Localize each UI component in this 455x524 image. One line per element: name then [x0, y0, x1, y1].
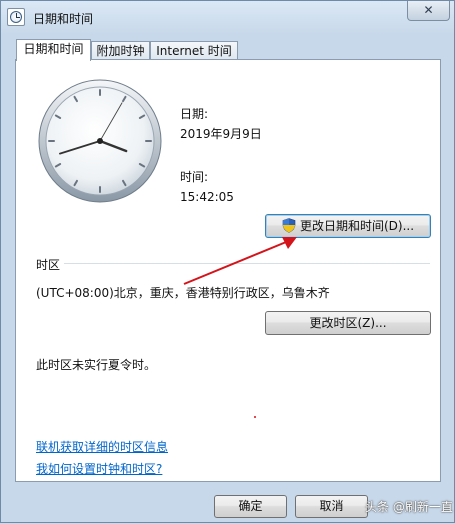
date-value: 2019年9月9日 [180, 127, 262, 141]
clock-icon [7, 8, 25, 26]
dst-note: 此时区未实行夏令时。 [36, 358, 157, 372]
date-label: 日期: [180, 107, 209, 121]
date-time-dialog: 日期和时间 ✕ 日期和时间 附加时钟 Internet 时间 日期: 2019年… [0, 0, 455, 523]
change-date-time-button[interactable]: 更改日期和时间(D)... [265, 214, 431, 238]
change-date-time-label: 更改日期和时间(D)... [299, 219, 415, 233]
timezone-divider [64, 263, 430, 264]
change-timezone-button[interactable]: 更改时区(Z)... [265, 311, 431, 335]
title-bar[interactable]: 日期和时间 ✕ [1, 1, 454, 35]
cancel-button[interactable]: 取消 [295, 495, 368, 518]
time-label: 时间: [180, 170, 209, 184]
tab-internet-time[interactable]: Internet 时间 [150, 41, 238, 60]
analog-clock [38, 79, 162, 203]
ok-button[interactable]: 确定 [214, 495, 287, 518]
tab-date-and-time[interactable]: 日期和时间 [16, 39, 91, 61]
timezone-heading: 时区 [36, 258, 61, 272]
time-value: 15:42:05 [180, 190, 234, 204]
window-title: 日期和时间 [33, 12, 94, 26]
how-to-set-clock-link[interactable]: 我如何设置时钟和时区? [36, 460, 162, 477]
spacer [36, 426, 430, 427]
uac-shield-icon [282, 217, 296, 233]
watermark-text: 头条 @刷新一直 [365, 500, 453, 514]
tab-panel: 日期: 2019年9月9日 时间: 15:42:05 更改日期和时间(D)...… [15, 59, 441, 482]
close-button[interactable]: ✕ [407, 1, 450, 21]
tab-additional-clocks[interactable]: 附加时钟 [91, 41, 150, 60]
close-icon: ✕ [423, 3, 434, 17]
online-timezone-info-link[interactable]: 联机获取详细的时区信息 [36, 438, 168, 455]
timezone-value: (UTC+08:00)北京，重庆，香港特别行政区，乌鲁木齐 [36, 286, 330, 300]
